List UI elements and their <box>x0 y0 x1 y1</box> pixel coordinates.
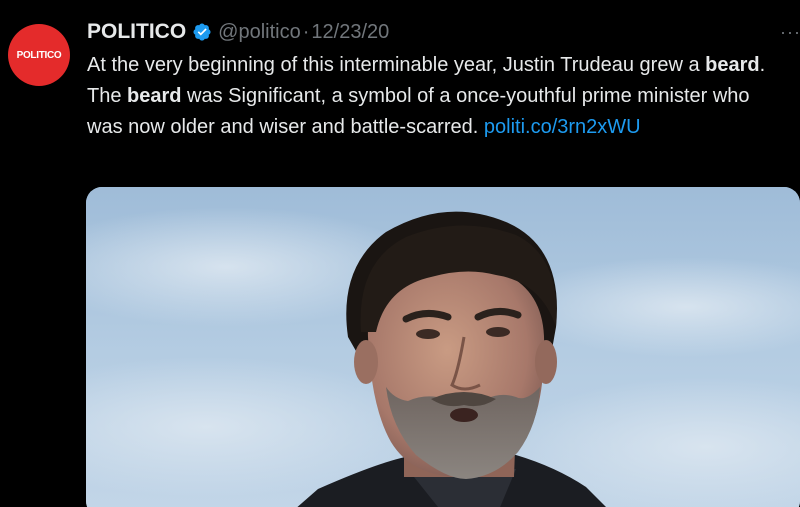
verified-badge-icon <box>192 22 212 42</box>
tweet-text-segment: was Significant, a symbol of a once-yout… <box>87 85 750 138</box>
handle[interactable]: @politico <box>218 21 301 44</box>
tweet-body: At the very beginning of this interminab… <box>87 50 787 143</box>
tweet-link[interactable]: politi.co/3rn2xWU <box>484 116 641 138</box>
profile-avatar[interactable]: POLITICO <box>8 24 70 86</box>
avatar-logo-text: POLITICO <box>16 49 62 61</box>
more-options-icon[interactable]: ··· <box>780 22 800 43</box>
tweet-date[interactable]: 12/23/20 <box>311 21 389 44</box>
tweet-text-segment: At the very beginning of this interminab… <box>87 54 706 76</box>
tweet-header: POLITICO @politico · 12/23/20 <box>87 18 389 46</box>
tweet-screenshot: POLITICO POLITICO @politico · 12/23/20 ·… <box>0 0 800 507</box>
tweet-text-bold-segment: beard <box>127 85 182 107</box>
header-separator: · <box>302 20 310 43</box>
tweet-text-bold-segment: beard <box>705 54 760 76</box>
tweet-media-image[interactable] <box>86 187 800 507</box>
display-name[interactable]: POLITICO <box>87 20 186 44</box>
portrait-photo <box>86 187 800 507</box>
